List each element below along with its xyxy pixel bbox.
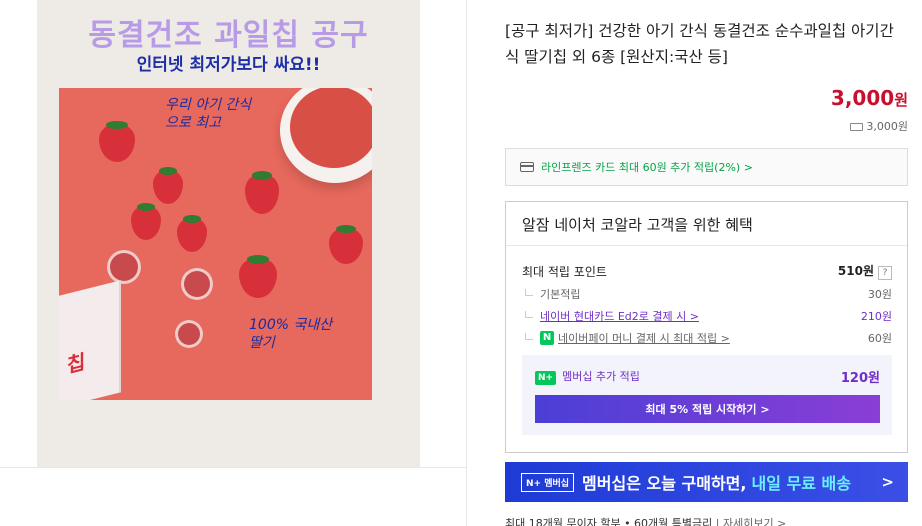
max-points-row: 최대 적립 포인트 510원?	[522, 262, 892, 280]
tree-branch-icon	[525, 311, 533, 318]
points-row-value: 210원	[860, 310, 892, 323]
points-row-hyundai-card: 네이버 현대카드 Ed2로 결제 시 > 210원	[522, 308, 892, 324]
membership-banner[interactable]: N+ 멤버십 멤버십은 오늘 구매하면, 내일 무료 배송 >	[505, 462, 908, 502]
strawberry-chip-graphic	[175, 320, 203, 348]
max-points-value: 510원	[837, 264, 874, 278]
product-image-column: 동결건조 과일칩 공구 인터넷 최저가보다 싸요!! 우리 아기 간식 으로 최…	[0, 0, 467, 526]
handwritten-note-bottom: 100% 국내산 딸기	[249, 317, 333, 351]
delivery-fee-value: 3,000원	[866, 120, 908, 133]
product-main-image[interactable]: 동결건조 과일칩 공구 인터넷 최저가보다 싸요!! 우리 아기 간식 으로 최…	[37, 0, 420, 467]
strawberry-graphic	[131, 203, 161, 240]
bowl-graphic	[280, 88, 372, 183]
start-membership-button[interactable]: 최대 5% 적립 시작하기 >	[535, 395, 880, 423]
banner-highlight: 내일 무료 배송	[751, 474, 851, 493]
help-icon[interactable]: ?	[878, 266, 892, 280]
strawberry-graphic	[329, 225, 363, 264]
divider	[0, 467, 467, 468]
product-price: 3,000원	[831, 86, 908, 110]
chevron-right-icon: >	[881, 473, 894, 491]
card-promo-text: 라인프렌즈 카드 최대 60원 추가 적립(2%) >	[541, 161, 753, 174]
strawberry-chip-graphic	[107, 250, 141, 284]
tree-branch-icon	[525, 289, 533, 296]
price-value: 3,000	[830, 86, 895, 110]
credit-card-icon	[520, 162, 534, 172]
delivery-fee: 3,000원	[850, 118, 908, 134]
hyundai-card-link[interactable]: 네이버 현대카드 Ed2로 결제 시 >	[540, 308, 699, 324]
installment-info: 최대 18개월 무이자 할부 • 60개월 특별금리 | 자세히보기 >	[505, 515, 786, 526]
product-bag-graphic: 칩	[59, 280, 121, 400]
bag-label: 칩	[67, 349, 86, 378]
points-row-label: 기본적립	[540, 288, 581, 301]
points-row-value: 60원	[867, 332, 892, 345]
banner-text: 멤버십은 오늘 구매하면,	[582, 474, 747, 493]
npay-icon: N	[540, 331, 554, 345]
strawberry-chip-graphic	[181, 268, 213, 300]
promo-title: 동결건조 과일칩 공구	[88, 18, 369, 53]
membership-row: N+ 멤버십 추가 적립 120원	[535, 367, 880, 386]
card-promo-link[interactable]: 라인프렌즈 카드 최대 60원 추가 적립(2%) >	[505, 148, 908, 186]
benefit-header: 알잠 네이처 코알라 고객을 위한 혜택	[506, 202, 907, 246]
strawberry-graphic	[177, 215, 207, 252]
points-row-basic: 기본적립 30원	[522, 286, 892, 302]
benefit-panel: 알잠 네이처 코알라 고객을 위한 혜택 최대 적립 포인트 510원? 기본적…	[505, 201, 908, 453]
membership-value: 120원	[840, 371, 880, 386]
strawberry-graphic	[153, 167, 183, 204]
naver-plus-membership-logo: N+ 멤버십	[521, 472, 575, 492]
naver-plus-icon: N+	[535, 371, 557, 385]
max-points-label: 최대 적립 포인트	[522, 264, 607, 279]
strawberry-graphic	[245, 170, 279, 214]
installment-text: 최대 18개월 무이자 할부 • 60개월 특별금리	[505, 517, 713, 526]
membership-label: 멤버십 추가 적립	[562, 370, 640, 383]
points-row-npay-money: N 네이버페이 머니 결제 시 최대 적립 > 60원	[522, 330, 892, 346]
price-unit: 원	[894, 91, 908, 109]
membership-box: N+ 멤버십 추가 적립 120원 최대 5% 적립 시작하기 >	[522, 355, 892, 435]
strawberry-photo: 우리 아기 간식 으로 최고 100% 국내산 딸기 칩	[59, 88, 372, 400]
tree-branch-icon	[525, 333, 533, 340]
promo-subtitle: 인터넷 최저가보다 싸요!!	[136, 55, 321, 75]
product-title: [공구 최저가] 건강한 아기 간식 동결건조 순수과일칩 아기간식 딸기칩 외…	[505, 22, 894, 66]
truck-icon	[850, 123, 864, 131]
points-row-value: 30원	[867, 288, 892, 301]
npay-money-link[interactable]: 네이버페이 머니 결제 시 최대 적립 >	[558, 330, 730, 346]
strawberry-graphic	[239, 254, 277, 298]
strawberry-graphic	[99, 120, 135, 162]
handwritten-note-top: 우리 아기 간식 으로 최고	[165, 97, 252, 131]
see-more-link[interactable]: | 자세히보기 >	[716, 517, 787, 526]
